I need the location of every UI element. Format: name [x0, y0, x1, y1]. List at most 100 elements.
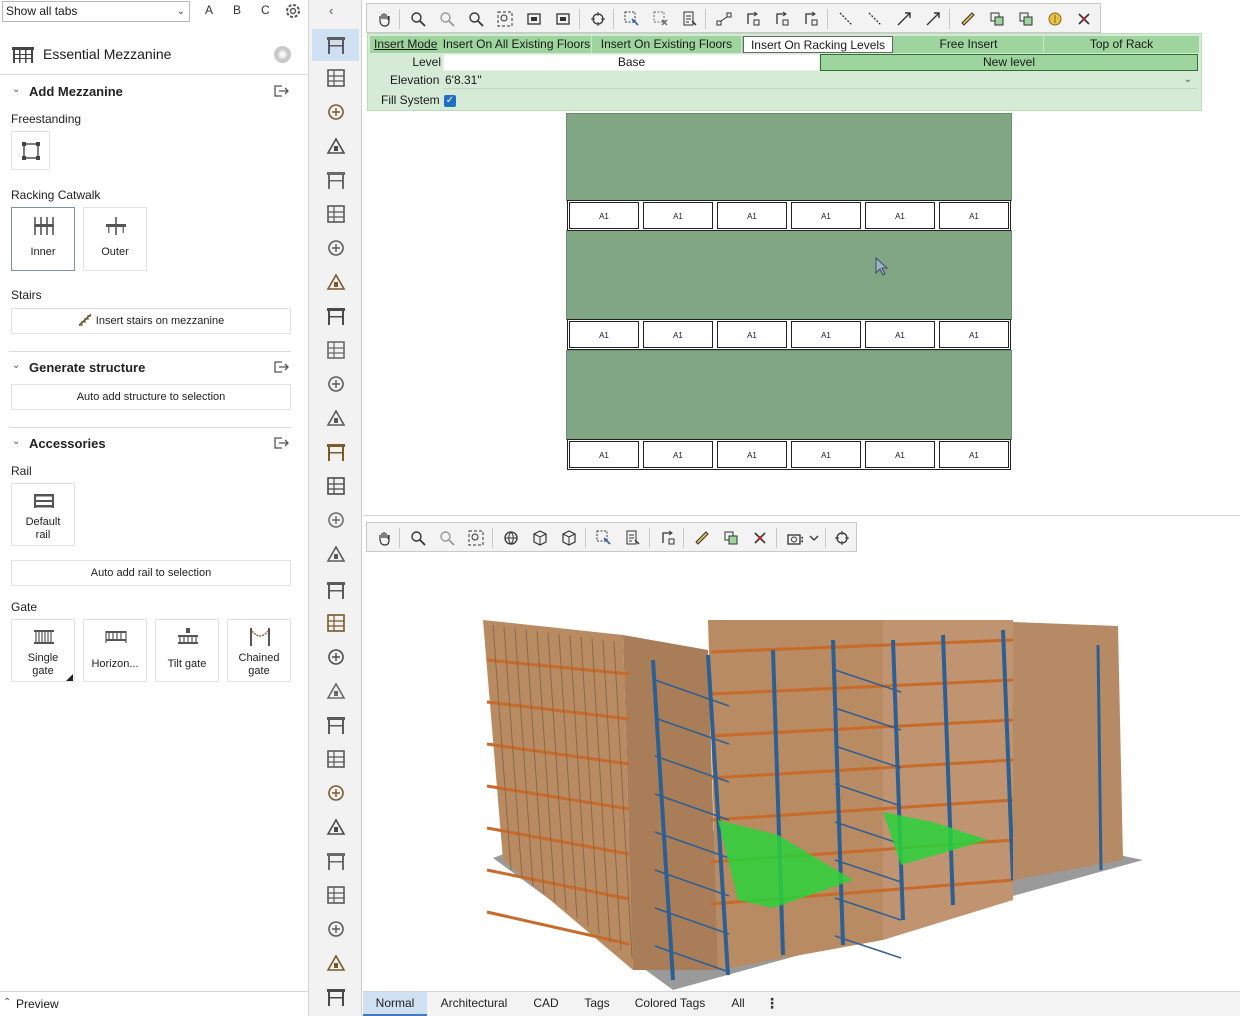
- strip-item-power-plug[interactable]: [312, 981, 359, 1013]
- move-point-button[interactable]: [893, 8, 915, 30]
- tab-colored-tags[interactable]: Colored Tags: [625, 992, 715, 1016]
- mode-existing-floors[interactable]: Insert On Existing Floors: [592, 36, 742, 53]
- tab-architectural[interactable]: Architectural: [431, 992, 517, 1016]
- zoom-fit-button[interactable]: [494, 8, 516, 30]
- strip-item-sink[interactable]: [312, 641, 359, 673]
- insert-stairs-button[interactable]: Insert stairs on mezzanine: [11, 308, 291, 334]
- strip-item-catwalk[interactable]: [312, 947, 359, 979]
- pan-hand-button[interactable]: [373, 8, 395, 30]
- strip-item-tools[interactable]: [312, 334, 359, 366]
- zoom-selection-button[interactable]: [523, 8, 545, 30]
- rack-bay-cell[interactable]: A1: [717, 441, 787, 468]
- rack-bay-cell[interactable]: A1: [643, 321, 713, 348]
- level-base[interactable]: Base: [443, 54, 820, 71]
- strip-item-locker[interactable]: [312, 574, 359, 606]
- strip-item-plant[interactable]: [312, 777, 359, 809]
- view-cube-button[interactable]: [529, 527, 551, 549]
- rack-bay-cell[interactable]: A1: [569, 202, 639, 229]
- select-area-button[interactable]: [593, 527, 615, 549]
- plan-view[interactable]: A1 A1 A1 A1 A1 A1 A1 A1 A1 A1 A1 A1 A1 A1 A1 A1 A1 A1: [566, 113, 1012, 471]
- rack-bay-cell[interactable]: A1: [939, 202, 1009, 229]
- rack-bay-cell[interactable]: A1: [717, 321, 787, 348]
- more-options-icon[interactable]: ⋮: [765, 995, 779, 1012]
- elevation-field[interactable]: 6'8.31" ⌄: [443, 72, 1198, 89]
- strip-item-breakroom[interactable]: [312, 470, 359, 502]
- mezzanine-floor[interactable]: [566, 113, 1012, 201]
- mode-top-of-rack[interactable]: Top of Rack: [1044, 36, 1199, 53]
- strip-item-wall[interactable]: [312, 368, 359, 400]
- section-add-mezzanine[interactable]: ⌄ Add Mezzanine: [0, 82, 309, 104]
- zoom-fit-button[interactable]: [465, 527, 487, 549]
- view-divider[interactable]: [363, 515, 1240, 516]
- select-area-button[interactable]: [621, 8, 643, 30]
- rack-bay-cell[interactable]: A1: [939, 321, 1009, 348]
- catwalk-outer-button[interactable]: Outer: [83, 207, 147, 271]
- level-new[interactable]: New level: [820, 54, 1198, 71]
- fill-system-checkbox[interactable]: ✓: [444, 95, 456, 107]
- help-ring-icon[interactable]: [274, 46, 291, 63]
- screenshot-button[interactable]: [552, 8, 574, 30]
- strip-item-light-bulb[interactable]: [312, 743, 359, 775]
- tab-filter-select[interactable]: Show all tabs ⌄: [2, 1, 190, 22]
- strip-item-stairs[interactable]: [312, 538, 359, 570]
- collapse-panel-icon[interactable]: ‹: [329, 3, 333, 18]
- view-preset-button[interactable]: [558, 527, 580, 549]
- strip-item-cantilever[interactable]: [312, 232, 359, 264]
- duplicate-button[interactable]: [720, 527, 742, 549]
- strip-item-cart[interactable]: [312, 436, 359, 468]
- strip-item-stacker[interactable]: [312, 62, 359, 94]
- resize-arrow-button[interactable]: [922, 8, 944, 30]
- rack-bay-cell[interactable]: A1: [569, 441, 639, 468]
- array-copy-button[interactable]: [1015, 8, 1037, 30]
- mezzanine-floor[interactable]: [566, 350, 1012, 440]
- strip-item-shelving[interactable]: [312, 96, 359, 128]
- rack-bay-cell[interactable]: A1: [717, 202, 787, 229]
- rack-bay-cell[interactable]: A1: [791, 321, 861, 348]
- dimension-line-button[interactable]: [864, 8, 886, 30]
- zoom-in-button[interactable]: [436, 527, 458, 549]
- rack-bay-cell[interactable]: A1: [865, 321, 935, 348]
- strip-item-house[interactable]: [312, 811, 359, 843]
- rack-bay-cell[interactable]: A1: [865, 441, 935, 468]
- duplicate-button[interactable]: [986, 8, 1008, 30]
- single-gate-button[interactable]: Single gate: [11, 619, 75, 682]
- tab-all[interactable]: All: [721, 992, 755, 1016]
- zoom-button[interactable]: [407, 8, 429, 30]
- strip-item-people[interactable]: [312, 675, 359, 707]
- auto-add-rail-button[interactable]: Auto add rail to selection: [11, 560, 291, 586]
- camera-dropdown-button[interactable]: [803, 527, 825, 549]
- rack-bay-cell[interactable]: A1: [791, 441, 861, 468]
- filter-letter-a[interactable]: A: [205, 3, 213, 17]
- focus-target-button[interactable]: [831, 527, 853, 549]
- measure-ruler-button[interactable]: [957, 8, 979, 30]
- zoom-button[interactable]: [407, 527, 429, 549]
- rack-bay-cell[interactable]: A1: [643, 202, 713, 229]
- strip-item-mezzanine[interactable]: [312, 29, 359, 61]
- more-options-corner-icon[interactable]: [66, 674, 73, 681]
- zoom-area-button[interactable]: [465, 8, 487, 30]
- rack-bay-cell[interactable]: A1: [865, 202, 935, 229]
- properties-button[interactable]: [622, 527, 644, 549]
- strip-item-carton-flow[interactable]: [312, 266, 359, 298]
- strip-item-pallet-rack[interactable]: [312, 164, 359, 196]
- rotate-button[interactable]: [742, 8, 764, 30]
- preview-toggle[interactable]: ⌃ Preview: [0, 991, 309, 1016]
- strip-item-janitor[interactable]: [312, 709, 359, 741]
- rack-bay-cell[interactable]: A1: [569, 321, 639, 348]
- delete-button[interactable]: [749, 527, 771, 549]
- export-icon[interactable]: [273, 361, 289, 373]
- deselect-button[interactable]: [650, 8, 672, 30]
- strip-item-first-aid[interactable]: [312, 845, 359, 877]
- strip-item-office[interactable]: [312, 402, 359, 434]
- mode-all-existing-floors[interactable]: Insert On All Existing Floors: [442, 36, 592, 53]
- pan-hand-button[interactable]: [373, 527, 395, 549]
- 3d-view[interactable]: [483, 590, 1143, 990]
- dashed-line-button[interactable]: [835, 8, 857, 30]
- mode-racking-levels[interactable]: Insert On Racking Levels: [743, 36, 893, 53]
- tab-cad[interactable]: CAD: [523, 992, 569, 1016]
- tab-normal[interactable]: Normal: [363, 992, 427, 1016]
- export-icon[interactable]: [273, 85, 289, 97]
- strip-item-ai[interactable]: [312, 607, 359, 639]
- catwalk-inner-button[interactable]: Inner: [11, 207, 75, 271]
- strip-item-drive-in[interactable]: [312, 198, 359, 230]
